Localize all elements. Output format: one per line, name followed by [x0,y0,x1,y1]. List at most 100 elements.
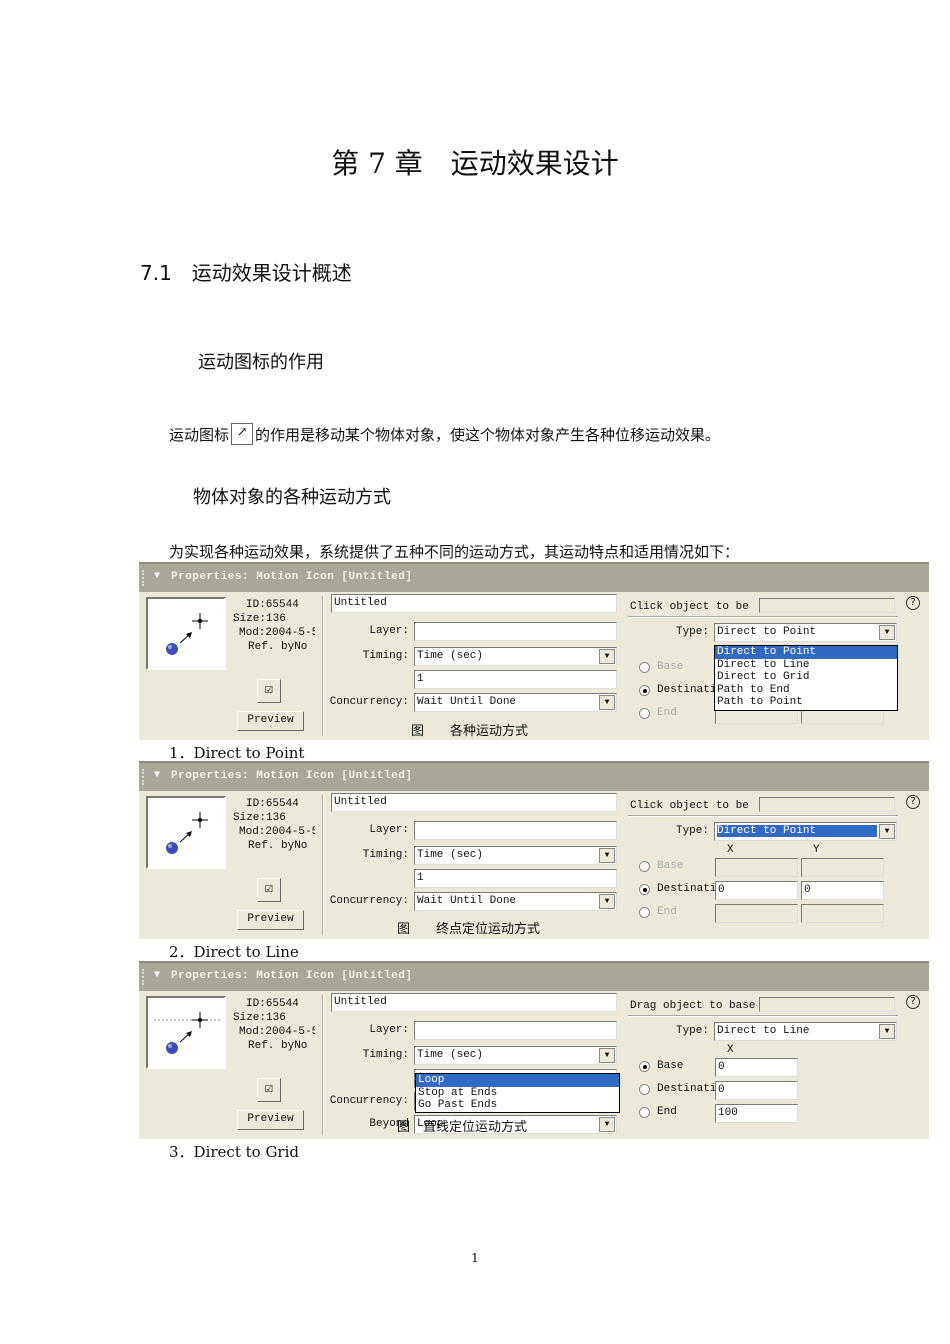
dropdown-option[interactable]: Go Past Ends [416,1099,619,1112]
paragraph-intro: 为实现各种运动效果，系统提供了五种不同的运动方式，其运动特点和适用情况如下： [169,543,740,561]
list-item-2: 2．Direct to Line [169,943,299,961]
motion-preview-thumbnail [146,597,226,670]
type-value: Direct to Point [717,626,817,638]
layer-input[interactable] [414,1021,617,1040]
panel-divider [322,995,324,1135]
panel-title-bar[interactable]: Properties: Motion Icon [Untitled] [139,763,929,791]
timing-select[interactable]: Time (sec) ▼ [414,647,617,666]
motion-properties-panel: Properties: Motion Icon [Untitled] ▼ ID:65… [139,961,929,1139]
hint-field [759,797,895,812]
layer-label: Layer: [369,625,409,637]
x-coordinate-input[interactable]: 0 [715,881,798,900]
radio-destinati[interactable] [639,884,650,895]
radio-end[interactable] [639,1107,650,1118]
collapse-arrow-icon[interactable]: ▼ [154,571,160,582]
radio-end[interactable] [639,708,650,719]
preview-button[interactable]: Preview [237,1110,304,1130]
radio-destinati[interactable] [639,685,650,696]
duration-input[interactable]: 1 [414,670,617,689]
radio-destinati[interactable] [639,1084,650,1095]
dropdown-arrow-icon[interactable]: ▼ [599,695,615,710]
concurrency-value: Wait Until Done [417,696,517,708]
concurrency-label: Concurrency: [329,696,409,708]
list-item-3: 3．Direct to Grid [169,1143,299,1161]
dropdown-arrow-icon[interactable]: ▼ [599,848,615,863]
panel-divider [322,596,324,736]
type-value: Direct to Line [717,1025,810,1037]
y-coordinate-input [801,858,884,877]
hint-separator [628,616,898,618]
duration-input[interactable]: 1 [414,869,617,888]
subheading-motion-icon-role: 运动图标的作用 [198,352,324,373]
timing-select[interactable]: Time (sec) ▼ [414,1046,617,1065]
radio-base[interactable] [639,1061,650,1072]
dropdown-arrow-icon[interactable]: ▼ [599,649,615,664]
timing-label: Timing: [362,1049,409,1061]
type-select[interactable]: Direct to Point ▼ [714,623,897,642]
help-icon[interactable]: ? [906,596,920,610]
open-motion-icon-button[interactable]: ☑ [257,878,281,902]
icon-name-input[interactable]: Untitled [331,993,617,1012]
dropdown-option[interactable]: Path to End [715,684,897,697]
y-coordinate-input[interactable]: 0 [801,881,884,900]
panel-grip-handle[interactable] [142,570,148,586]
dropdown-option[interactable]: Direct to Line [715,659,897,672]
concurrency-select[interactable]: Wait Until Done ▼ [414,693,617,712]
x-coordinate-input[interactable]: 0 [715,1081,798,1100]
radio-label: Base [657,860,684,872]
radio-label: Base [657,661,684,673]
type-value: Direct to Point [717,825,877,837]
layer-input[interactable] [414,821,617,840]
hint-label: Click object to be [630,800,749,812]
dropdown-arrow-icon[interactable]: ▼ [879,625,895,640]
dropdown-arrow-icon[interactable]: ▼ [879,824,895,839]
section-heading: 7.1 运动效果设计概述 [140,261,352,285]
dropdown-arrow-icon[interactable]: ▼ [599,1048,615,1063]
panel-grip-handle[interactable] [142,969,148,985]
dropdown-option[interactable]: Direct to Point [715,646,897,659]
dropdown-option[interactable]: Direct to Grid [715,671,897,684]
icon-name-input[interactable]: Untitled [331,594,617,613]
page-number: 1 [471,1251,479,1265]
dropdown-option[interactable]: Path to Point [715,696,897,709]
x-column-header: X [727,1044,734,1056]
layer-input[interactable] [414,622,617,641]
help-icon[interactable]: ? [906,795,920,809]
help-icon[interactable]: ? [906,995,920,1009]
concurrency-select[interactable]: Wait Until Done ▼ [414,892,617,911]
radio-end[interactable] [639,907,650,918]
open-motion-icon-button[interactable]: ☑ [257,679,281,703]
type-label: Type: [675,825,709,837]
paragraph-text-b: 的作用是移动某个物体对象，使这个物体对象产生各种位移运动效果。 [255,426,721,444]
dropdown-option[interactable]: Loop [416,1074,619,1087]
panel-title-bar[interactable]: Properties: Motion Icon [Untitled] [139,963,929,991]
dropdown-arrow-icon[interactable]: ▼ [599,894,615,909]
x-coordinate-input [715,858,798,877]
type-dropdown-list[interactable]: Direct to Point Direct to Line Direct to G… [714,645,898,711]
x-coordinate-input[interactable]: 100 [715,1104,798,1123]
radio-base[interactable] [639,861,650,872]
layer-label: Layer: [369,1024,409,1036]
collapse-arrow-icon[interactable]: ▼ [154,770,160,781]
timing-select[interactable]: Time (sec) ▼ [414,846,617,865]
dropdown-arrow-icon[interactable]: ▼ [879,1024,895,1039]
icon-name-input[interactable]: Untitled [331,793,617,812]
beyond-dropdown-list[interactable]: Loop Stop at Ends Go Past Ends [415,1073,620,1113]
icon-size: Size:136 [233,1012,286,1024]
dropdown-arrow-icon[interactable]: ▼ [599,1117,615,1132]
radio-base[interactable] [639,662,650,673]
preview-button[interactable]: Preview [237,910,304,930]
panel-grip-handle[interactable] [142,769,148,785]
x-coordinate-input[interactable]: 0 [715,1058,798,1077]
type-select[interactable]: Direct to Line ▼ [714,1022,897,1041]
timing-value: Time (sec) [417,1049,484,1061]
collapse-arrow-icon[interactable]: ▼ [154,970,160,981]
radio-label: End [657,906,677,918]
motion-properties-panel: Properties: Motion Icon [Untitled] ▼ ID:65… [139,761,929,939]
open-motion-icon-button[interactable]: ☑ [257,1078,281,1102]
dropdown-option[interactable]: Stop at Ends [416,1087,619,1100]
radio-label: Destinati [657,684,715,696]
panel-title-bar[interactable]: Properties: Motion Icon [Untitled] [139,564,929,592]
type-select[interactable]: Direct to Point ▼ [714,822,897,841]
preview-button[interactable]: Preview [237,711,304,731]
